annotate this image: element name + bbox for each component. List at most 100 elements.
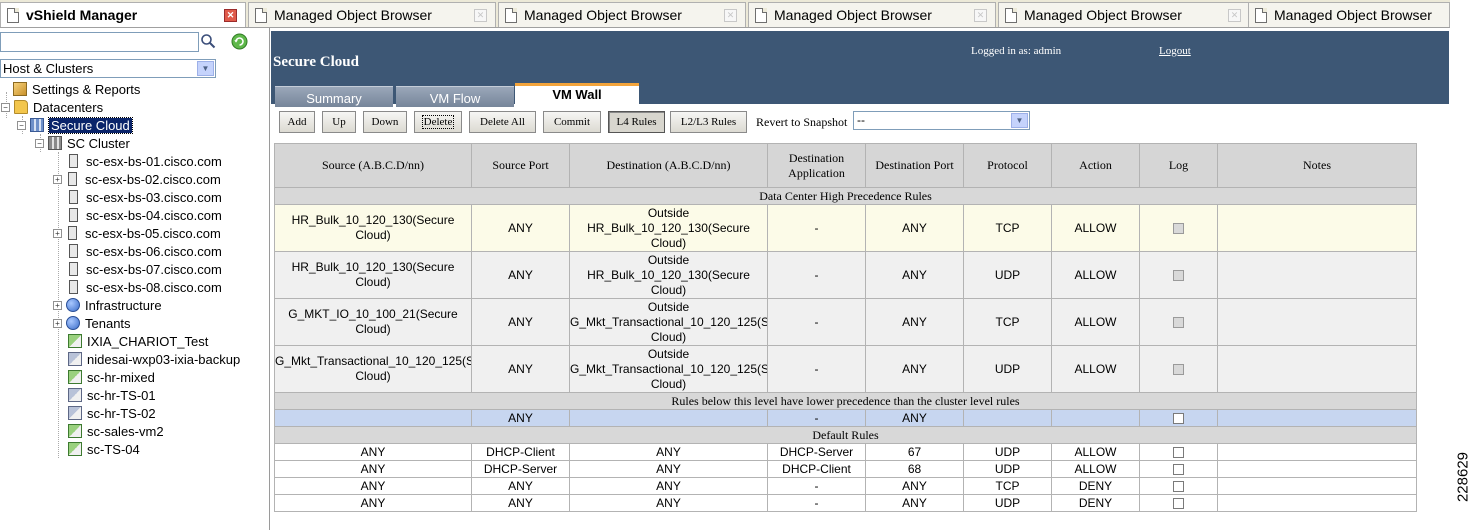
log-checkbox[interactable] [1173,481,1184,493]
cell-source[interactable]: HR_Bulk_10_120_130(Secure Cloud) [274,251,472,299]
cell-notes[interactable] [1217,460,1417,478]
cell-notes[interactable] [1217,251,1417,299]
table-row[interactable]: HR_Bulk_10_120_130(Secure Cloud) ANY Out… [274,251,1417,299]
delete-button[interactable]: Delete [414,111,462,133]
cell-action[interactable]: ALLOW [1051,204,1140,252]
tree-item-tenants[interactable]: + Tenants [53,314,131,332]
cell-source[interactable]: G_MKT_IO_10_100_21(Secure Cloud) [274,298,472,346]
window-tab-managed-object-browser[interactable]: Managed Object Browser ✕ [998,2,1250,27]
add-button[interactable]: Add [279,111,315,133]
cell-destination-port[interactable]: ANY [865,494,964,512]
table-row[interactable]: G_Mkt_Transactional_10_120_125(Secure Cl… [274,345,1417,393]
tree-item-infrastructure[interactable]: + Infrastructure [53,296,162,314]
column-header-protocol[interactable]: Protocol [963,143,1052,188]
close-tab-icon[interactable]: ✕ [724,9,737,22]
l4-rules-button[interactable]: L4 Rules [608,111,665,133]
cell-notes[interactable] [1217,443,1417,461]
up-button[interactable]: Up [322,111,356,133]
cell-destination[interactable] [569,409,768,427]
tree-item-host[interactable]: sc-esx-bs-06.cisco.com [67,242,222,260]
cell-source-port[interactable]: ANY [471,477,570,495]
cell-protocol[interactable] [963,409,1052,427]
cell-destination-application[interactable]: - [767,251,866,299]
tree-item-vm[interactable]: sc-hr-TS-02 [68,404,156,422]
cell-protocol[interactable]: TCP [963,204,1052,252]
cell-action[interactable] [1051,409,1140,427]
tree-item-host[interactable]: sc-esx-bs-04.cisco.com [67,206,222,224]
cell-destination[interactable]: Outside G_Mkt_Transactional_10_120_125(S… [569,298,768,346]
cell-destination[interactable]: Outside HR_Bulk_10_120_130(Secure Cloud) [569,251,768,299]
table-row[interactable]: HR_Bulk_10_120_130(Secure Cloud) ANY Out… [274,204,1417,252]
cell-destination[interactable]: ANY [569,443,768,461]
log-checkbox[interactable] [1173,464,1184,476]
tree-item-settings-reports[interactable]: Settings & Reports [13,80,140,98]
cell-destination-application[interactable]: - [767,298,866,346]
window-tab-managed-object-browser[interactable]: Managed Object Browser ✕ [748,2,996,27]
inventory-search-input[interactable] [0,32,199,52]
tab-vm-wall[interactable]: VM Wall [515,83,639,107]
column-header-notes[interactable]: Notes [1217,143,1417,188]
log-checkbox[interactable] [1173,498,1184,510]
down-button[interactable]: Down [363,111,407,133]
cell-destination-port[interactable]: ANY [865,477,964,495]
refresh-icon[interactable] [231,33,248,50]
cell-destination-application[interactable]: - [767,494,866,512]
collapse-icon[interactable]: − [1,102,10,112]
column-header-destination-port[interactable]: Destination Port [865,143,964,188]
cell-destination-port[interactable]: ANY [865,298,964,346]
column-header-destination-application[interactable]: Destination Application [767,143,866,188]
cell-destination-port[interactable]: ANY [865,345,964,393]
collapse-icon[interactable]: − [35,138,44,148]
cell-source[interactable]: ANY [274,443,472,461]
window-tab-managed-object-browser[interactable]: Managed Object Browser ✕ [248,2,496,27]
cell-destination-application[interactable]: DHCP-Server [767,443,866,461]
tree-item-sc-cluster[interactable]: − SC Cluster [35,134,130,152]
logout-link[interactable]: Logout [1159,45,1191,57]
cell-protocol[interactable]: UDP [963,460,1052,478]
cell-destination-application[interactable]: - [767,345,866,393]
cell-action[interactable]: DENY [1051,494,1140,512]
close-tab-icon[interactable]: ✕ [474,9,487,22]
cell-destination-port[interactable]: ANY [865,409,964,427]
table-row[interactable]: G_MKT_IO_10_100_21(Secure Cloud) ANY Out… [274,298,1417,346]
expand-icon[interactable]: + [53,174,62,184]
cell-destination[interactable]: Outside HR_Bulk_10_120_130(Secure Cloud) [569,204,768,252]
cell-destination[interactable]: ANY [569,477,768,495]
chevron-down-icon[interactable]: ▼ [1011,113,1028,128]
cell-source[interactable]: HR_Bulk_10_120_130(Secure Cloud) [274,204,472,252]
cell-action[interactable]: ALLOW [1051,251,1140,299]
column-header-log[interactable]: Log [1139,143,1218,188]
table-row[interactable]: ANY ANY ANY - ANY UDP DENY [274,494,1417,512]
chevron-down-icon[interactable]: ▼ [197,61,214,76]
cell-destination-port[interactable]: 68 [865,460,964,478]
cell-source-port[interactable]: ANY [471,251,570,299]
close-tab-icon[interactable]: ✕ [1228,9,1241,22]
tree-item-host[interactable]: sc-esx-bs-07.cisco.com [67,260,222,278]
tree-item-host[interactable]: + sc-esx-bs-02.cisco.com [53,170,221,188]
tree-item-host[interactable]: sc-esx-bs-08.cisco.com [67,278,222,296]
cell-source-port[interactable]: ANY [471,409,570,427]
table-row[interactable]: ANY DHCP-Server ANY DHCP-Client 68 UDP A… [274,460,1417,478]
tree-item-host[interactable]: sc-esx-bs-03.cisco.com [67,188,222,206]
tree-item-host[interactable]: sc-esx-bs-01.cisco.com [67,152,222,170]
cell-destination[interactable]: ANY [569,494,768,512]
cell-notes[interactable] [1217,494,1417,512]
expand-icon[interactable]: + [53,228,62,238]
cell-notes[interactable] [1217,298,1417,346]
close-tab-icon[interactable]: ✕ [224,9,237,22]
table-row[interactable]: ANY ANY ANY - ANY TCP DENY [274,477,1417,495]
column-header-source-port[interactable]: Source Port [471,143,570,188]
expand-icon[interactable]: + [53,300,62,310]
snapshot-select[interactable]: -- ▼ [853,111,1030,130]
column-header-destination[interactable]: Destination (A.B.C.D/nn) [569,143,768,188]
cell-source[interactable]: ANY [274,494,472,512]
cell-source-port[interactable]: ANY [471,494,570,512]
cell-destination-port[interactable]: 67 [865,443,964,461]
cell-destination[interactable]: ANY [569,460,768,478]
cell-action[interactable]: DENY [1051,477,1140,495]
window-tab-managed-object-browser[interactable]: Managed Object Browser [1248,2,1450,27]
cell-action[interactable]: ALLOW [1051,443,1140,461]
commit-button[interactable]: Commit [543,111,601,133]
expand-icon[interactable]: + [53,318,62,328]
column-header-source[interactable]: Source (A.B.C.D/nn) [274,143,472,188]
